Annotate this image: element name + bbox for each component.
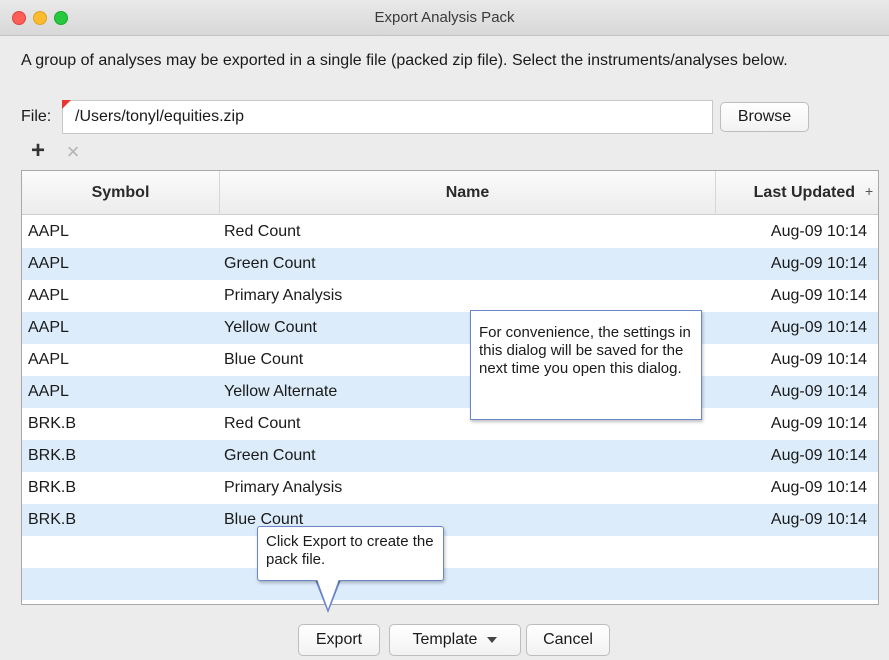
cancel-button[interactable]: Cancel xyxy=(526,624,610,656)
template-dropdown-button[interactable]: Template xyxy=(389,624,521,656)
template-label: Template xyxy=(412,631,478,648)
export-button[interactable]: Export xyxy=(298,624,380,656)
cell-symbol: AAPL xyxy=(28,255,69,272)
cell-updated: Aug-09 10:14 xyxy=(770,255,867,272)
cell-symbol: AAPL xyxy=(28,351,69,368)
table-row[interactable]: AAPL Green Count Aug-09 10:14 xyxy=(22,248,878,280)
file-path-input[interactable]: /Users/tonyl/equities.zip xyxy=(62,100,713,134)
table-body: AAPL Red Count Aug-09 10:14 AAPL Green Count… xyxy=(22,216,878,600)
cell-symbol: BRK.B xyxy=(28,447,77,464)
add-column-icon[interactable]: + xyxy=(865,171,873,215)
table-row[interactable]: BRK.B Green Count Aug-09 10:14 xyxy=(22,440,878,472)
cell-updated: Aug-09 10:14 xyxy=(770,415,867,432)
cell-symbol: AAPL xyxy=(28,223,69,240)
table-row[interactable]: AAPL Yellow Alternate Aug-09 10:14 xyxy=(22,376,878,408)
table-row[interactable]: AAPL Blue Count Aug-09 10:14 xyxy=(22,344,878,376)
cell-name: Green Count xyxy=(224,447,316,464)
table-row[interactable] xyxy=(22,568,878,600)
cell-symbol: AAPL xyxy=(28,287,69,304)
export-tooltip: Click Export to create the pack file. xyxy=(257,526,444,581)
cell-symbol: BRK.B xyxy=(28,415,77,432)
cell-name: Red Count xyxy=(224,415,301,432)
column-header-name[interactable]: Name xyxy=(220,171,716,215)
column-header-last-updated[interactable]: Last Updated xyxy=(716,171,858,215)
dialog-description: A group of analyses may be exported in a… xyxy=(21,52,788,69)
plus-icon[interactable]: + xyxy=(27,139,49,163)
export-tooltip-pointer-fill xyxy=(317,579,339,609)
table-row[interactable]: BRK.B Blue Count Aug-09 10:14 xyxy=(22,504,878,536)
cell-name: Green Count xyxy=(224,255,316,272)
export-analysis-pack-dialog: Export Analysis Pack A group of analyses… xyxy=(0,0,889,660)
cell-symbol: AAPL xyxy=(28,383,69,400)
cell-name: Red Count xyxy=(224,223,301,240)
cell-updated: Aug-09 10:14 xyxy=(770,383,867,400)
cell-updated: Aug-09 10:14 xyxy=(770,223,867,240)
column-header-symbol[interactable]: Symbol xyxy=(22,171,220,215)
table-row[interactable]: AAPL Yellow Count Aug-09 10:14 xyxy=(22,312,878,344)
close-icon[interactable]: × xyxy=(62,141,84,164)
chevron-down-icon xyxy=(487,636,498,643)
cell-updated: Aug-09 10:14 xyxy=(770,351,867,368)
cell-name: Yellow Count xyxy=(224,319,317,336)
table-row[interactable]: BRK.B Primary Analysis Aug-09 10:14 xyxy=(22,472,878,504)
analyses-table: Symbol Name Last Updated + AAPL Red Count… xyxy=(21,170,879,605)
browse-button[interactable]: Browse xyxy=(720,102,809,132)
table-row[interactable] xyxy=(22,536,878,568)
table-header: Symbol Name Last Updated + xyxy=(22,171,878,215)
cell-name: Yellow Alternate xyxy=(224,383,338,400)
cell-updated: Aug-09 10:14 xyxy=(770,447,867,464)
table-row[interactable]: BRK.B Red Count Aug-09 10:14 xyxy=(22,408,878,440)
cell-symbol: BRK.B xyxy=(28,479,77,496)
cell-name: Primary Analysis xyxy=(224,479,343,496)
window-title: Export Analysis Pack xyxy=(374,9,515,26)
title-bar[interactable]: Export Analysis Pack xyxy=(0,0,889,36)
file-label: File: xyxy=(21,108,52,125)
table-row[interactable]: AAPL Red Count Aug-09 10:14 xyxy=(22,216,878,248)
cell-updated: Aug-09 10:14 xyxy=(770,319,867,336)
file-modified-marker xyxy=(62,100,71,109)
table-row[interactable]: AAPL Primary Analysis Aug-09 10:14 xyxy=(22,280,878,312)
cell-updated: Aug-09 10:14 xyxy=(770,511,867,528)
cell-name: Blue Count xyxy=(224,351,304,368)
cell-name: Primary Analysis xyxy=(224,287,343,304)
cell-updated: Aug-09 10:14 xyxy=(770,287,867,304)
settings-tooltip: For convenience, the settings in this di… xyxy=(470,310,702,420)
cell-updated: Aug-09 10:14 xyxy=(770,479,867,496)
cell-symbol: AAPL xyxy=(28,319,69,336)
cell-symbol: BRK.B xyxy=(28,511,77,528)
